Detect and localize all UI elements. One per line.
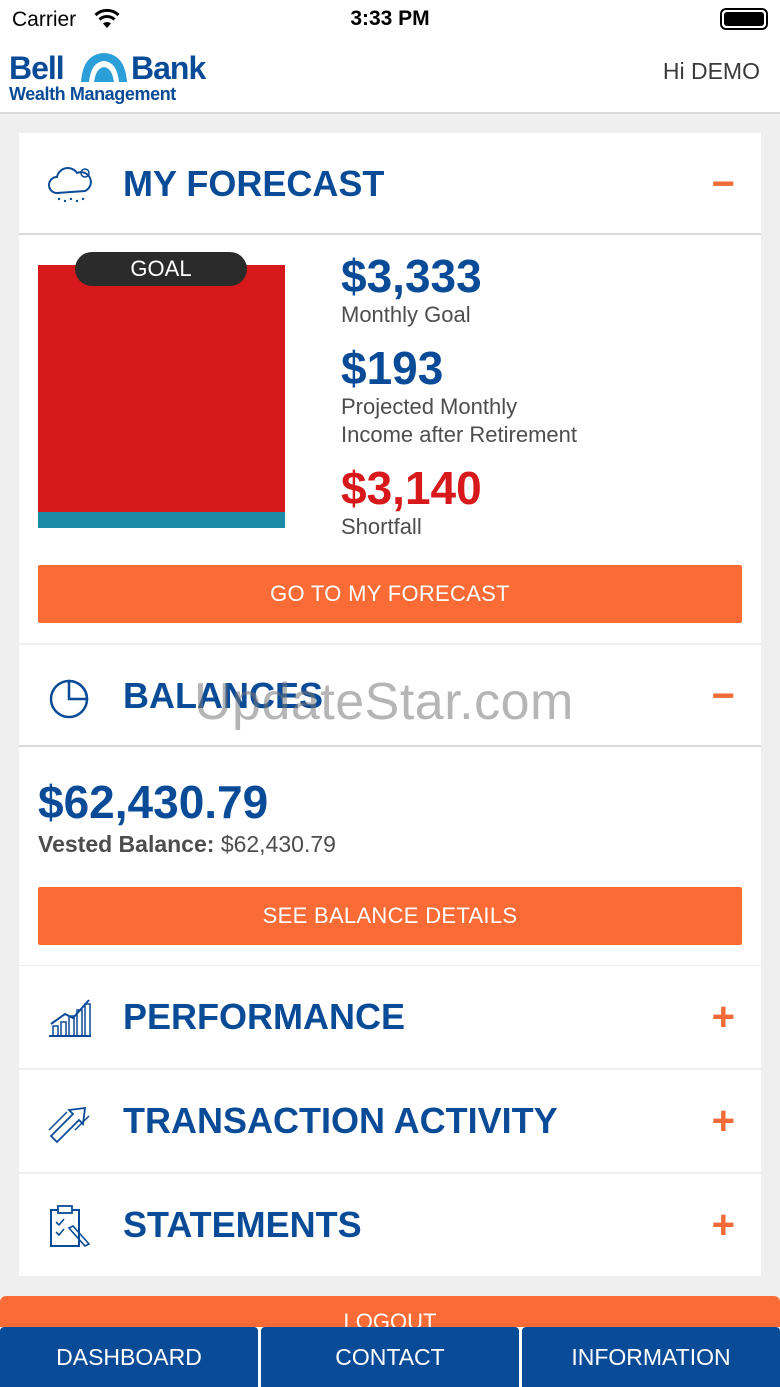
forecast-card: MY FORECAST − GOAL $3,333 Monthly Goal $… bbox=[19, 133, 761, 643]
transaction-activity-card[interactable]: TRANSACTION ACTIVITY + bbox=[19, 1070, 761, 1172]
balances-collapse-button[interactable]: − bbox=[712, 671, 735, 721]
statements-card[interactable]: STATEMENTS + bbox=[19, 1174, 761, 1276]
shortfall-label: Shortfall bbox=[341, 514, 422, 539]
user-greeting: Hi DEMO bbox=[662, 58, 760, 84]
transaction-activity-title: TRANSACTION ACTIVITY bbox=[123, 1100, 558, 1141]
statements-header[interactable]: STATEMENTS + bbox=[19, 1174, 761, 1276]
vested-balance: Vested Balance: $62,430.79 bbox=[38, 831, 336, 858]
bell-logo-icon bbox=[81, 53, 127, 82]
projected-income: $193 Projected Monthly Income after Reti… bbox=[341, 343, 741, 449]
shortfall-value: $3,140 bbox=[341, 462, 482, 514]
bar-chart-icon bbox=[49, 999, 91, 1037]
monthly-goal: $3,333 Monthly Goal bbox=[341, 251, 741, 329]
statements-expand-button[interactable]: + bbox=[712, 1200, 735, 1250]
app-header: Bell Bank Wealth Management Hi DEMO bbox=[0, 40, 780, 114]
goal-badge: GOAL bbox=[75, 252, 247, 286]
projected-income-label-2: Income after Retirement bbox=[341, 422, 577, 447]
shortfall: $3,140 Shortfall bbox=[341, 463, 741, 541]
vested-balance-label: Vested Balance: bbox=[38, 831, 215, 857]
logo-subtitle: Wealth Management bbox=[9, 84, 176, 104]
tab-contact[interactable]: CONTACT bbox=[261, 1327, 519, 1387]
forecast-chart: GOAL bbox=[38, 252, 285, 529]
performance-header[interactable]: PERFORMANCE + bbox=[19, 966, 761, 1068]
shortfall-bar bbox=[38, 265, 285, 512]
clock: 3:33 PM bbox=[350, 7, 430, 30]
status-bar: Carrier 3:33 PM bbox=[0, 0, 780, 40]
projected-income-value: $193 bbox=[341, 342, 444, 394]
projected-income-label-1: Projected Monthly bbox=[341, 394, 518, 419]
monthly-goal-label: Monthly Goal bbox=[341, 302, 471, 327]
transfer-arrows-icon bbox=[48, 1106, 90, 1144]
pie-chart-icon bbox=[49, 679, 89, 719]
forecast-header[interactable]: MY FORECAST − bbox=[19, 133, 761, 235]
balance-total: $62,430.79 bbox=[38, 776, 269, 828]
forecast-stats: $3,333 Monthly Goal $193 Projected Month… bbox=[341, 251, 741, 555]
monthly-goal-value: $3,333 bbox=[341, 250, 482, 302]
see-balance-details-button[interactable]: SEE BALANCE DETAILS bbox=[38, 887, 742, 945]
vested-balance-value: $62,430.79 bbox=[220, 831, 336, 857]
bell-bank-logo[interactable]: Bell Bank Wealth Management bbox=[9, 48, 229, 106]
statements-title: STATEMENTS bbox=[123, 1204, 362, 1245]
battery-icon bbox=[720, 8, 768, 30]
transaction-activity-expand-button[interactable]: + bbox=[712, 1096, 735, 1146]
projected-bar bbox=[38, 512, 285, 528]
forecast-collapse-button[interactable]: − bbox=[712, 159, 735, 209]
logo-bell-text: Bell bbox=[9, 50, 65, 86]
tab-bar: DASHBOARD CONTACT INFORMATION bbox=[0, 1327, 780, 1387]
cloud-icon bbox=[48, 167, 92, 203]
tab-dashboard[interactable]: DASHBOARD bbox=[0, 1327, 258, 1387]
clipboard-icon bbox=[50, 1205, 91, 1247]
go-to-forecast-button[interactable]: GO TO MY FORECAST bbox=[38, 565, 742, 623]
performance-card[interactable]: PERFORMANCE + bbox=[19, 966, 761, 1068]
performance-expand-button[interactable]: + bbox=[712, 992, 735, 1042]
logo-bank-text: Bank bbox=[131, 50, 206, 86]
performance-title: PERFORMANCE bbox=[123, 996, 406, 1037]
tab-information[interactable]: INFORMATION bbox=[522, 1327, 780, 1387]
watermark: UpdateStar.com bbox=[194, 673, 574, 731]
transaction-activity-header[interactable]: TRANSACTION ACTIVITY + bbox=[19, 1070, 761, 1172]
forecast-title: MY FORECAST bbox=[123, 163, 385, 204]
